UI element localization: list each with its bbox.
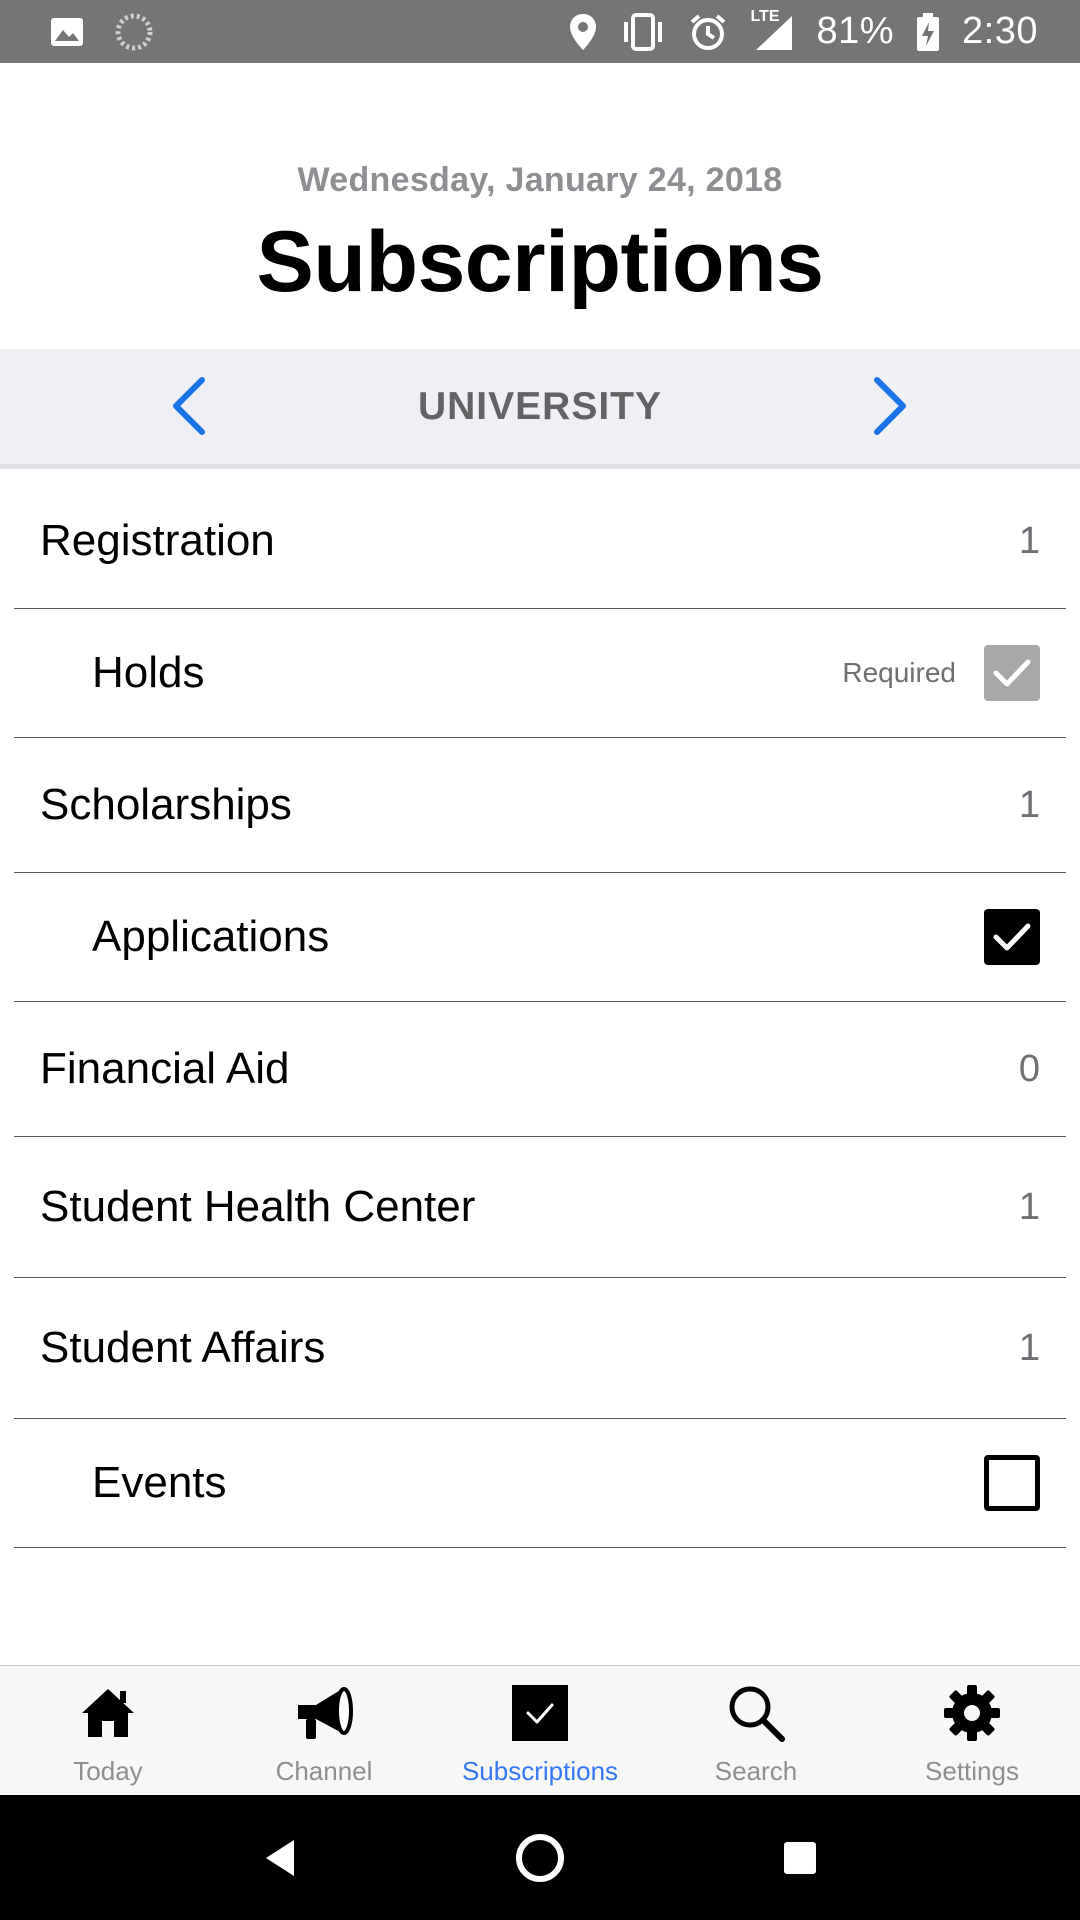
image-icon: [50, 17, 84, 47]
back-button[interactable]: [240, 1818, 320, 1898]
home-circle-icon: [516, 1833, 564, 1882]
status-bar: LTE 81% 2:30: [0, 0, 1080, 63]
checkmark-icon: [993, 923, 1031, 951]
tab-label: Subscriptions: [461, 1756, 619, 1786]
network-type-label: LTE: [750, 7, 780, 25]
back-icon: [266, 1839, 294, 1876]
home-icon: [80, 1682, 136, 1744]
list-item-label: Holds: [92, 648, 205, 697]
list-item-label: Scholarships: [40, 780, 292, 829]
tab-search[interactable]: Search: [648, 1666, 864, 1795]
vibrate-icon: [620, 12, 666, 52]
applications-checkbox[interactable]: [984, 909, 1040, 965]
tab-label: Search: [714, 1756, 798, 1786]
tab-settings[interactable]: Settings: [864, 1666, 1080, 1795]
list-item-scholarships[interactable]: Scholarships 1: [14, 738, 1066, 873]
location-icon: [568, 12, 598, 52]
home-button[interactable]: [500, 1818, 580, 1898]
page-header: Wednesday, January 24, 2018 Subscription…: [0, 63, 1080, 349]
loading-icon: [114, 12, 154, 52]
previous-category-button[interactable]: [153, 371, 223, 441]
list-item-student-affairs[interactable]: Student Affairs 1: [14, 1278, 1066, 1419]
tab-label: Settings: [925, 1756, 1019, 1786]
list-item-label: Events: [92, 1458, 227, 1507]
alarm-icon: [688, 12, 728, 52]
list-item-registration[interactable]: Registration 1: [14, 474, 1066, 609]
holds-checkbox: [984, 645, 1040, 701]
chevron-right-icon: [874, 377, 906, 435]
list-item-count: 1: [1018, 1185, 1040, 1228]
events-checkbox[interactable]: [984, 1455, 1040, 1511]
subscription-list: Registration 1 Holds Required Scholarshi…: [0, 474, 1080, 1548]
battery-percent: 81%: [816, 10, 895, 52]
list-item-count: 1: [1018, 783, 1040, 826]
clock: 2:30: [962, 10, 1038, 52]
list-item-count: 0: [1018, 1047, 1040, 1090]
battery-charging-icon: [916, 12, 940, 52]
checkmark-icon: [993, 659, 1031, 687]
signal-icon: LTE: [750, 8, 794, 52]
gear-icon: [942, 1682, 1002, 1744]
tab-label: Today: [73, 1756, 143, 1786]
list-item-events[interactable]: Events: [14, 1419, 1066, 1548]
category-switcher: UNIVERSITY: [0, 349, 1080, 469]
category-label: UNIVERSITY: [417, 384, 663, 428]
system-nav-bar: [0, 1795, 1080, 1920]
tab-label: Channel: [275, 1756, 373, 1786]
list-item-label: Applications: [92, 912, 330, 961]
megaphone-icon: [292, 1682, 356, 1744]
list-item-student-health-center[interactable]: Student Health Center 1: [14, 1137, 1066, 1278]
recents-button[interactable]: [760, 1818, 840, 1898]
next-category-button[interactable]: [856, 371, 926, 441]
list-item-applications[interactable]: Applications: [14, 873, 1066, 1002]
list-item-label: Registration: [40, 516, 275, 565]
page-title: Subscriptions: [256, 214, 824, 310]
list-item-label: Student Health Center: [40, 1182, 476, 1231]
tab-channel[interactable]: Channel: [216, 1666, 432, 1795]
tab-today[interactable]: Today: [0, 1666, 216, 1795]
tab-subscriptions[interactable]: Subscriptions: [432, 1666, 648, 1795]
page-date: Wednesday, January 24, 2018: [297, 161, 783, 199]
list-item-label: Financial Aid: [40, 1044, 290, 1093]
list-item-count: 1: [1018, 1326, 1040, 1369]
list-item-label: Student Affairs: [40, 1323, 326, 1372]
list-item-holds: Holds Required: [14, 609, 1066, 738]
required-label: Required: [842, 657, 956, 688]
list-item-financial-aid[interactable]: Financial Aid 0: [14, 1002, 1066, 1137]
search-icon: [726, 1682, 786, 1744]
checkbox-icon: [512, 1682, 568, 1744]
list-item-count: 1: [1018, 519, 1040, 562]
chevron-left-icon: [173, 377, 205, 435]
recents-icon: [784, 1841, 816, 1874]
tab-bar: Today Channel Subscriptions Search Setti…: [0, 1665, 1080, 1795]
